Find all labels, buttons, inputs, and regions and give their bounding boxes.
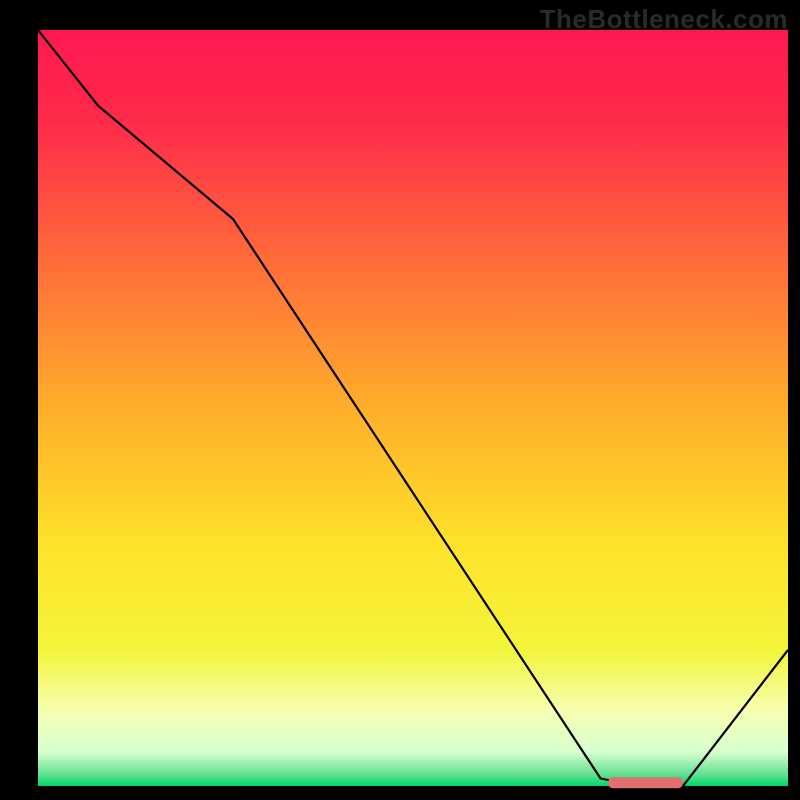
watermark-text: TheBottleneck.com xyxy=(540,4,788,35)
plot-background xyxy=(38,30,788,786)
bottleneck-chart xyxy=(0,0,800,800)
chart-frame: TheBottleneck.com xyxy=(0,0,800,800)
optimal-range-marker xyxy=(608,777,683,788)
